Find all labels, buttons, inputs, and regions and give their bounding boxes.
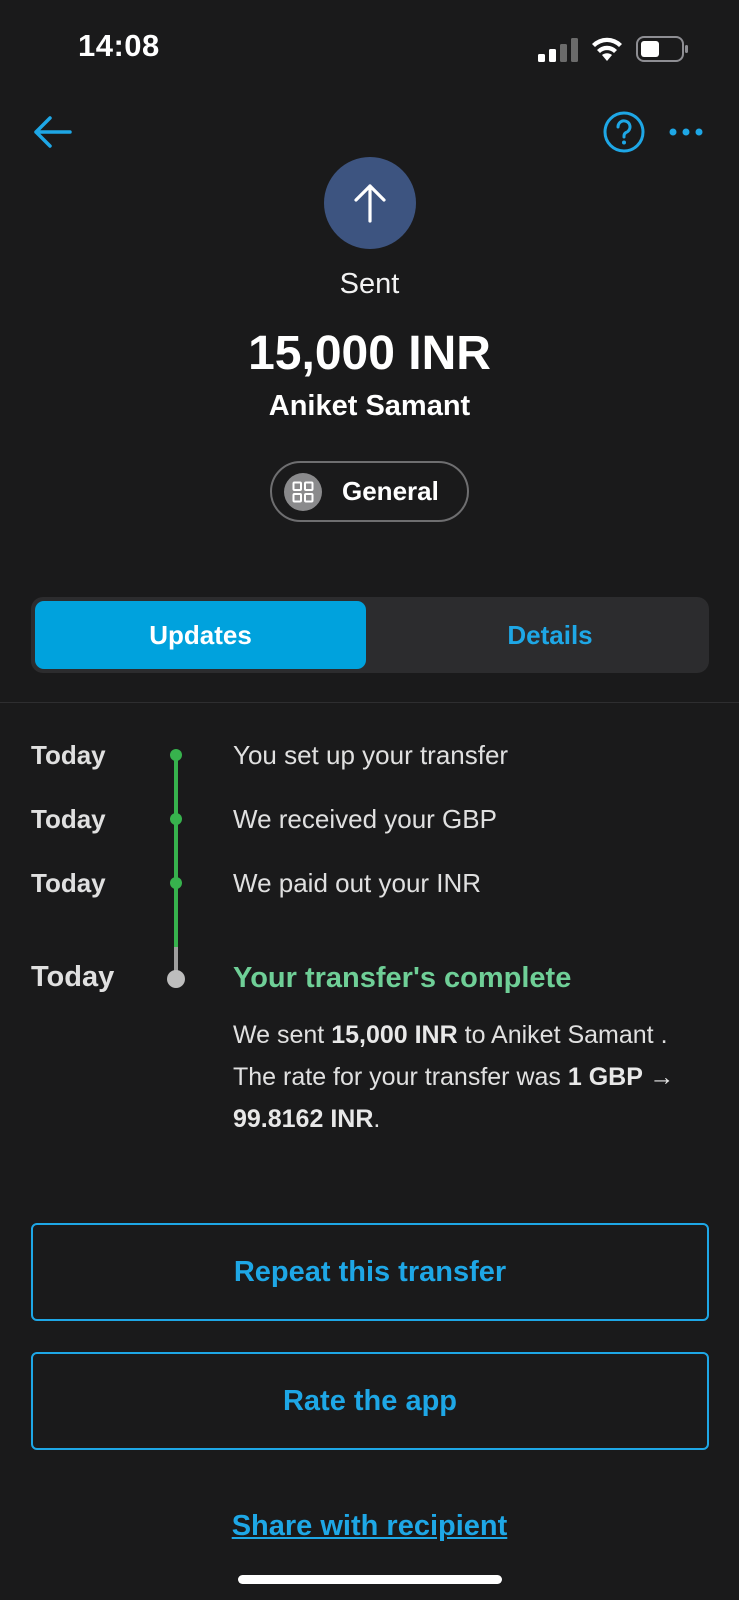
timeline-date: Today	[31, 804, 106, 834]
transfer-status-label: Sent	[339, 268, 400, 300]
timeline-date: Today	[31, 740, 106, 770]
rate-app-button[interactable]: Rate the app	[31, 1352, 709, 1450]
home-indicator[interactable]	[238, 1575, 502, 1584]
timeline-date: Today	[31, 961, 115, 993]
repeat-transfer-button[interactable]: Repeat this transfer	[31, 1223, 709, 1321]
timeline-dot-final	[167, 970, 185, 988]
arrow-left-icon	[34, 116, 72, 148]
arrow-up-icon	[354, 184, 386, 223]
question-circle-icon	[603, 111, 645, 153]
timeline-dot	[170, 749, 182, 761]
more-options-button[interactable]	[664, 112, 710, 152]
transfer-direction-avatar	[324, 157, 416, 249]
help-button[interactable]	[602, 110, 646, 154]
timeline-dot	[170, 813, 182, 825]
share-with-recipient-link[interactable]: Share with recipient	[0, 1510, 739, 1543]
timeline-event: We received your GBP	[233, 804, 497, 834]
tab-updates[interactable]: Updates	[35, 601, 366, 669]
battery-icon	[636, 36, 688, 62]
wifi-icon	[592, 37, 622, 61]
recipient-name: Aniket Samant	[268, 390, 471, 422]
tab-details[interactable]: Details	[401, 601, 699, 669]
ellipsis-icon	[669, 128, 703, 136]
category-chip[interactable]: General	[270, 461, 469, 522]
transfer-complete-title: Your transfer's complete	[233, 962, 572, 994]
timeline-event: We paid out your INR	[233, 868, 482, 898]
category-label: General	[342, 476, 439, 506]
grid-icon	[284, 472, 322, 511]
transfer-complete-body: We sent 15,000 INR to Aniket Samant . Th…	[233, 1021, 675, 1133]
signal-icon	[538, 38, 578, 62]
back-button[interactable]	[28, 106, 80, 158]
divider	[0, 702, 739, 703]
tab-bar: Updates Details	[31, 597, 709, 673]
timeline-line-green	[174, 755, 178, 947]
timeline-dot	[170, 877, 182, 889]
sent-amount: 15,000 INR	[331, 1021, 458, 1049]
timeline-date: Today	[31, 868, 106, 898]
status-time: 14:08	[78, 28, 160, 63]
status-bar: 14:08	[0, 0, 739, 100]
transfer-amount: 15,000 INR	[248, 327, 491, 380]
timeline-event: You set up your transfer	[233, 740, 509, 770]
